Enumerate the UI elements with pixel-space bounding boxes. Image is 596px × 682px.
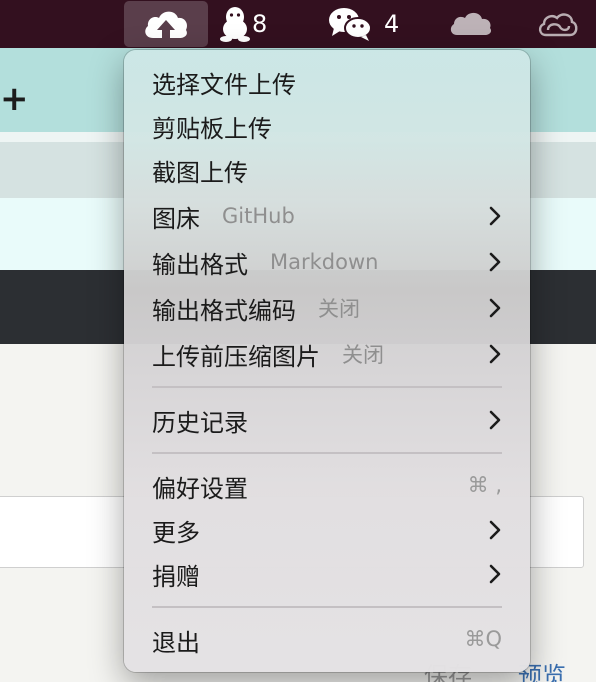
menu-item-shortcut: ⌘ , [467,473,502,497]
menu-item-label: 捐赠 [152,562,200,591]
menu-item-output-format[interactable]: 输出格式 Markdown [152,242,502,282]
menu-item-label: 偏好设置 [152,474,248,503]
menu-item-label: 图床 [152,204,200,233]
chevron-right-icon [489,564,501,584]
cloud-icon [448,9,492,39]
cloud-upload-icon [142,4,190,44]
menu-item-shortcut: ⌘Q [464,627,502,651]
menu-item-value: Markdown [270,250,379,274]
menu-item-history[interactable]: 历史记录 [152,400,502,440]
menu-item-value: GitHub [222,204,295,228]
menu-item-label: 历史记录 [152,408,248,437]
menu-item-more[interactable]: 更多 [152,510,502,550]
menu-item-quit[interactable]: 退出 ⌘Q [152,620,502,660]
menu-item-label: 截图上传 [152,158,248,187]
qq-status-item[interactable]: 8 [220,0,267,48]
menu-item-value: 关闭 [342,343,384,367]
qq-penguin-icon [220,5,250,43]
menu-item-screenshot-upload[interactable]: 截图上传 [152,150,502,190]
chevron-right-icon [489,520,501,540]
menu-item-label: 退出 [152,628,200,657]
cloud-status-item[interactable] [448,0,492,48]
add-button[interactable]: + [0,79,29,119]
chevron-right-icon [489,410,501,430]
creative-cloud-icon [536,9,578,39]
menu-item-label: 更多 [152,518,200,547]
wechat-status-item[interactable]: 4 [328,0,399,48]
menu-item-compress-before-upload[interactable]: 上传前压缩图片 关闭 [152,334,502,374]
menu-item-donate[interactable]: 捐赠 [152,554,502,594]
cloud-upload-status-item[interactable] [142,0,190,48]
menu-separator [152,606,502,608]
qq-unread-count: 8 [252,10,268,38]
chevron-right-icon [489,252,501,272]
wechat-unread-count: 4 [384,10,400,38]
menu-item-label: 剪贴板上传 [152,114,272,143]
menu-bar: 8 4 [0,0,596,48]
wechat-icon [328,6,374,42]
menu-item-select-file-upload[interactable]: 选择文件上传 [152,62,502,102]
chevron-right-icon [489,344,501,364]
upload-dropdown-menu: 选择文件上传 剪贴板上传 截图上传 图床 GitHub 输出格式 Markdow… [124,50,530,672]
creative-cloud-status-item[interactable] [536,0,578,48]
menu-separator [152,452,502,454]
menu-item-clipboard-upload[interactable]: 剪贴板上传 [152,106,502,146]
menu-item-output-encoding[interactable]: 输出格式编码 关闭 [152,288,502,328]
menu-item-label: 上传前压缩图片 [152,342,320,371]
menu-item-value: 关闭 [318,297,360,321]
menu-item-label: 输出格式编码 [152,296,296,325]
chevron-right-icon [489,206,501,226]
menu-item-label: 选择文件上传 [152,70,296,99]
chevron-right-icon [489,298,501,318]
menu-item-label: 输出格式 [152,250,248,279]
menu-separator [152,386,502,388]
menu-item-image-host[interactable]: 图床 GitHub [152,196,502,236]
menu-item-preferences[interactable]: 偏好设置 ⌘ , [152,466,502,506]
